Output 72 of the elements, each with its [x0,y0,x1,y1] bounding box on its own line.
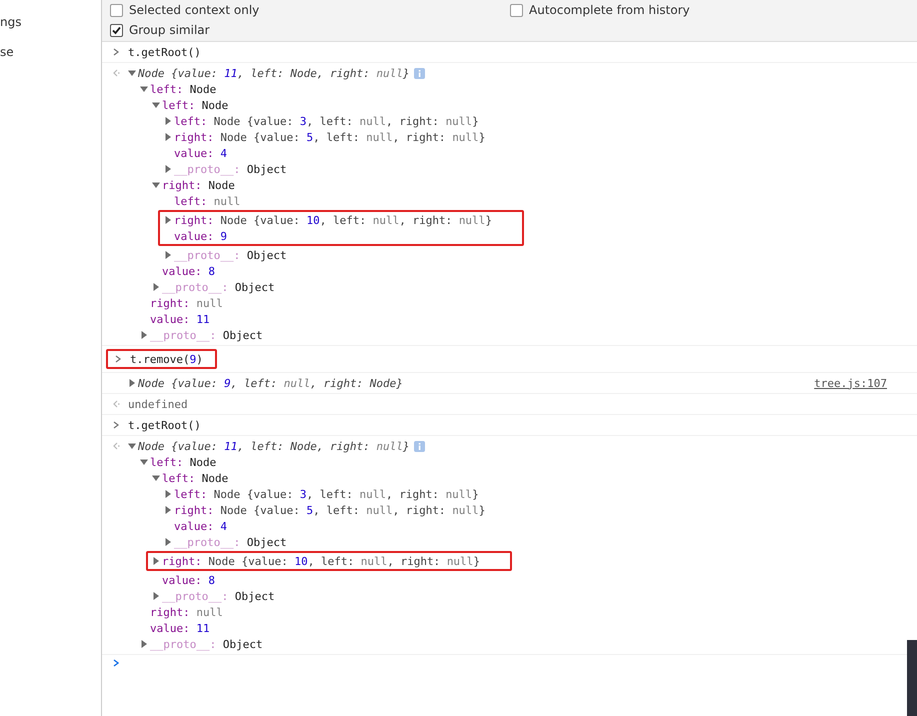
property-text: value: 4 [174,520,227,532]
sidebar-item[interactable]: se [0,44,101,68]
property-text: __proto__: Object [174,248,287,262]
object-summary: Node {value: 9, left: null, right: Node} [138,376,403,390]
property-text: right: Node [162,178,235,192]
checkbox[interactable] [110,4,123,16]
property-text: left: Node [162,98,228,112]
property-text: right: Node {value: 10, left: null, right: null} [174,214,492,226]
property-text: right: Node {value: 5, left: null, right: null} [174,504,486,516]
checkbox[interactable] [510,4,523,16]
expanded-triangle-icon[interactable] [152,474,160,482]
property-text: left: Node {value: 3, left: null, right: null} [174,488,479,500]
collapsed-triangle-icon[interactable] [164,117,172,125]
result-chevron-icon [112,400,120,408]
sidebar-item[interactable]: ngs [0,14,101,38]
collapsed-triangle-icon[interactable] [128,379,136,387]
object-summary: Node {value: 11, left: Node, right: null} [138,440,410,452]
collapsed-triangle-icon[interactable] [164,216,172,224]
property-text: left: null [174,194,240,208]
expanded-triangle-icon[interactable] [128,69,136,77]
property-text: right: null [150,606,223,618]
expanded-triangle-icon[interactable] [140,85,148,93]
object-summary: Node {value: 11, left: Node, right: null} [138,66,410,80]
property-text: value: 11 [150,312,210,326]
property-text: __proto__: Object [150,328,263,342]
property-text: value: 8 [162,574,215,586]
property-text: right: Node {value: 5, left: null, right: null} [174,130,486,144]
collapsed-triangle-icon[interactable] [164,490,172,498]
checkbox[interactable] [110,24,123,36]
result-text: undefined [128,398,188,410]
property-text: right: null [150,296,223,310]
input-chevron-icon [112,421,120,429]
property-text: left: Node [162,472,228,484]
command-text: t.getRoot() [128,46,201,58]
property-text: value: 9 [174,230,227,242]
expanded-triangle-icon[interactable] [152,101,160,109]
collapsed-triangle-icon[interactable] [140,640,148,648]
expanded-triangle-icon[interactable] [140,458,148,466]
collapsed-triangle-icon[interactable] [152,592,160,600]
source-link[interactable]: tree.js:107 [814,376,887,390]
expanded-triangle-icon[interactable] [128,442,136,450]
property-text: __proto__: Object [150,638,263,650]
collapsed-triangle-icon[interactable] [164,506,172,514]
property-text: left: Node {value: 3, left: null, right: null} [174,114,479,128]
property-text: left: Node [150,82,216,96]
input-chevron-icon [114,355,122,363]
prompt-chevron-icon [112,659,120,667]
collapsed-triangle-icon[interactable] [164,133,172,141]
collapsed-triangle-icon[interactable] [164,165,172,173]
property-text: __proto__: Object [174,162,287,176]
option-label: Group similar [129,22,210,38]
property-text: value: 11 [150,622,210,634]
collapsed-triangle-icon[interactable] [164,538,172,546]
collapsed-triangle-icon[interactable] [140,331,148,339]
collapsed-triangle-icon[interactable] [152,283,160,291]
collapsed-triangle-icon[interactable] [152,557,160,565]
option-label: Selected context only [129,2,260,18]
result-chevron-icon [112,69,120,77]
property-text: __proto__: Object [162,280,275,294]
result-chevron-icon [112,442,120,450]
property-text: value: 8 [162,264,215,278]
property-text: left: Node [150,456,216,468]
expanded-triangle-icon[interactable] [152,181,160,189]
property-text: __proto__: Object [162,590,275,602]
property-text: value: 4 [174,146,227,160]
command-text: t.getRoot() [128,418,201,432]
property-text: __proto__: Object [174,536,287,548]
command-text: t.remove(9) [130,352,203,366]
input-chevron-icon [112,48,120,56]
property-text: right: Node {value: 10, left: null, right: null} [162,554,480,568]
option-label: Autocomplete from history [529,2,690,18]
collapsed-triangle-icon[interactable] [164,251,172,259]
